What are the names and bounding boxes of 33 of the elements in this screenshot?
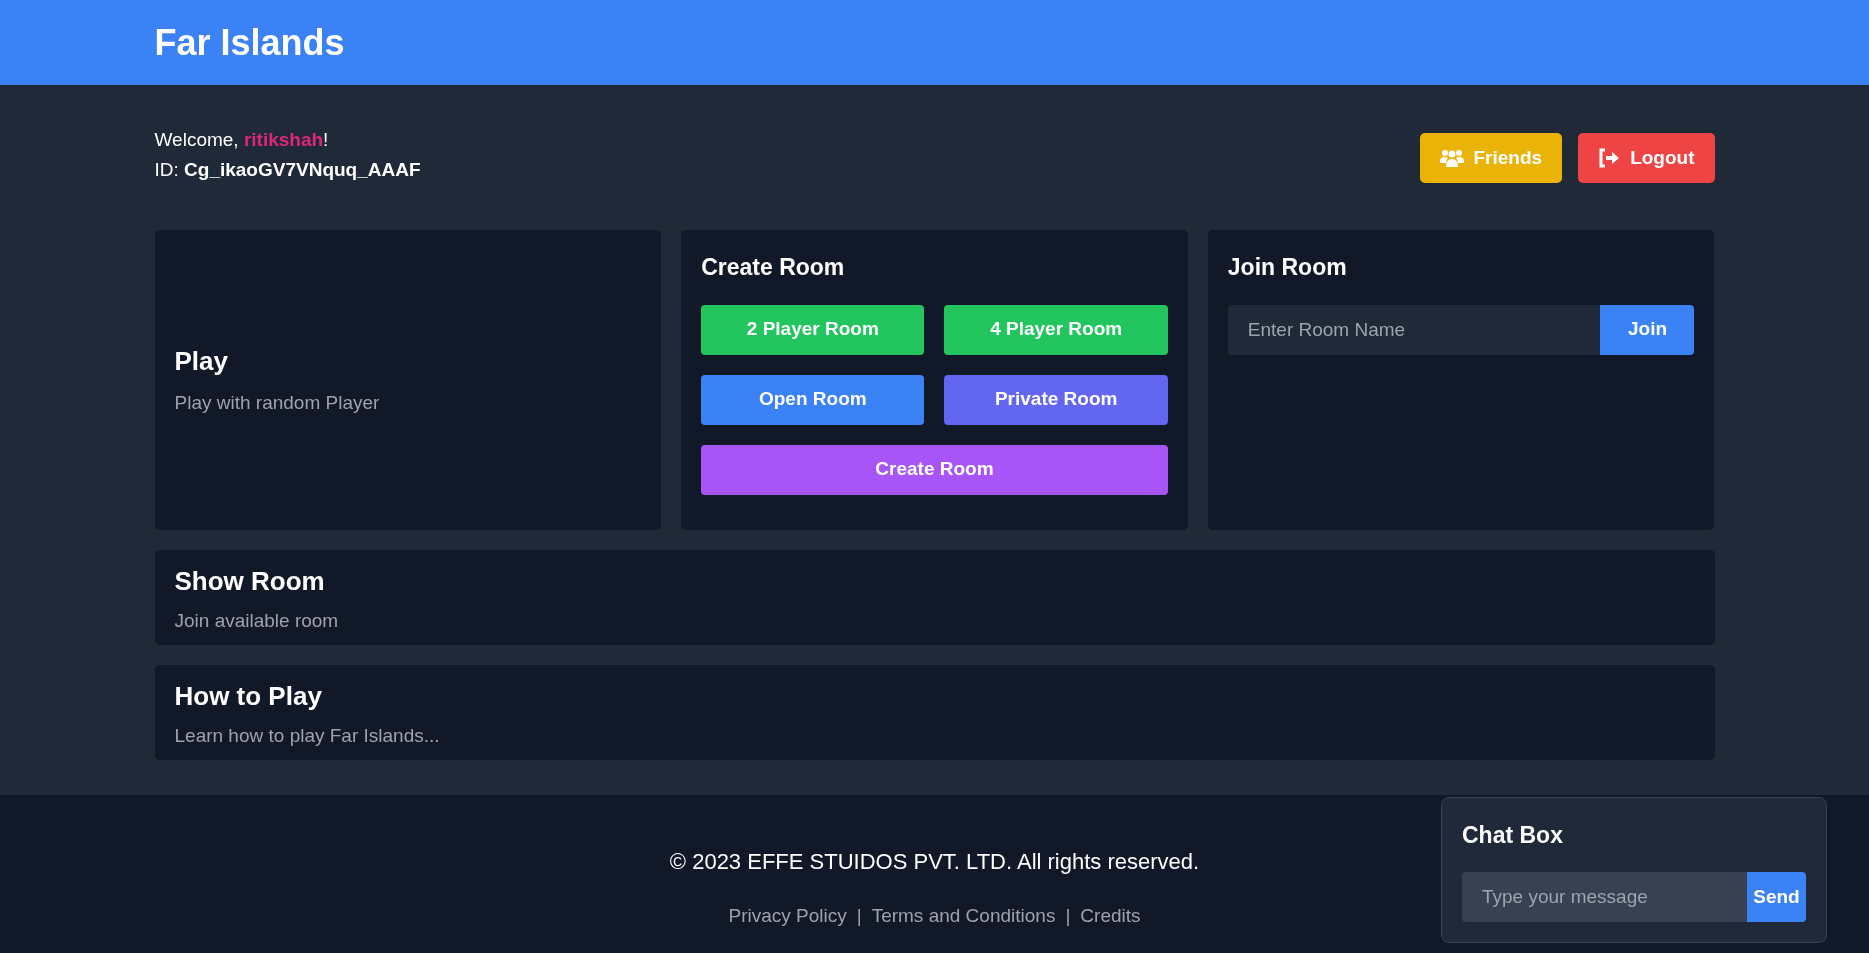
footer-link[interactable]: Credits	[1080, 902, 1141, 931]
room-option-button[interactable]: 4 Player Room	[944, 304, 1168, 355]
room-option-button[interactable]: Create Room	[701, 444, 1168, 495]
card-subtitle: Learn how to play Far Islands...	[174, 724, 441, 748]
chat-title: Chat Box	[1462, 820, 1564, 850]
card-title: How to Play	[174, 680, 323, 713]
send-button[interactable]: Send	[1747, 872, 1806, 922]
user-id-text: ID: Cg_ikaoGV7VNquq_AAAF	[154, 158, 421, 182]
people-icon	[1439, 148, 1464, 168]
room-option-button[interactable]: 2 Player Room	[701, 304, 925, 355]
play-card[interactable]: Play Play with random Player	[154, 230, 662, 530]
welcome-text: Welcome, ritikshah!	[154, 128, 330, 152]
message-field[interactable]: Type your message	[1462, 872, 1747, 922]
footer-link[interactable]: Terms and Conditions	[871, 902, 1056, 931]
room-option-button[interactable]: Open Room	[701, 374, 925, 425]
separator: |	[856, 904, 862, 928]
card-subtitle: Play with random Player	[174, 391, 381, 416]
card-title: Play	[174, 345, 229, 379]
card-title: Join Room	[1227, 253, 1348, 282]
copyright-text: © 2023 EFFE STUIDOS PVT. LTD. All rights reserved.	[669, 848, 1200, 876]
footer-link[interactable]: Privacy Policy	[728, 902, 847, 931]
room-option-button[interactable]: Private Room	[944, 374, 1168, 425]
join-button[interactable]: Join	[1600, 304, 1695, 355]
logout-icon	[1598, 148, 1621, 168]
card-title: Create Room	[701, 253, 846, 282]
separator: |	[1065, 904, 1071, 928]
card-subtitle: Join available room	[174, 609, 340, 633]
card-title: Show Room	[174, 565, 326, 598]
site-title: Far Islands	[154, 21, 346, 65]
info-card[interactable]: Show Room Join available room	[154, 550, 1715, 645]
room-name-field[interactable]: Enter Room Name	[1227, 304, 1601, 355]
info-card[interactable]: How to Play Learn how to play Far Islands...	[154, 665, 1715, 760]
logout-button[interactable]: Logout	[1578, 133, 1715, 183]
